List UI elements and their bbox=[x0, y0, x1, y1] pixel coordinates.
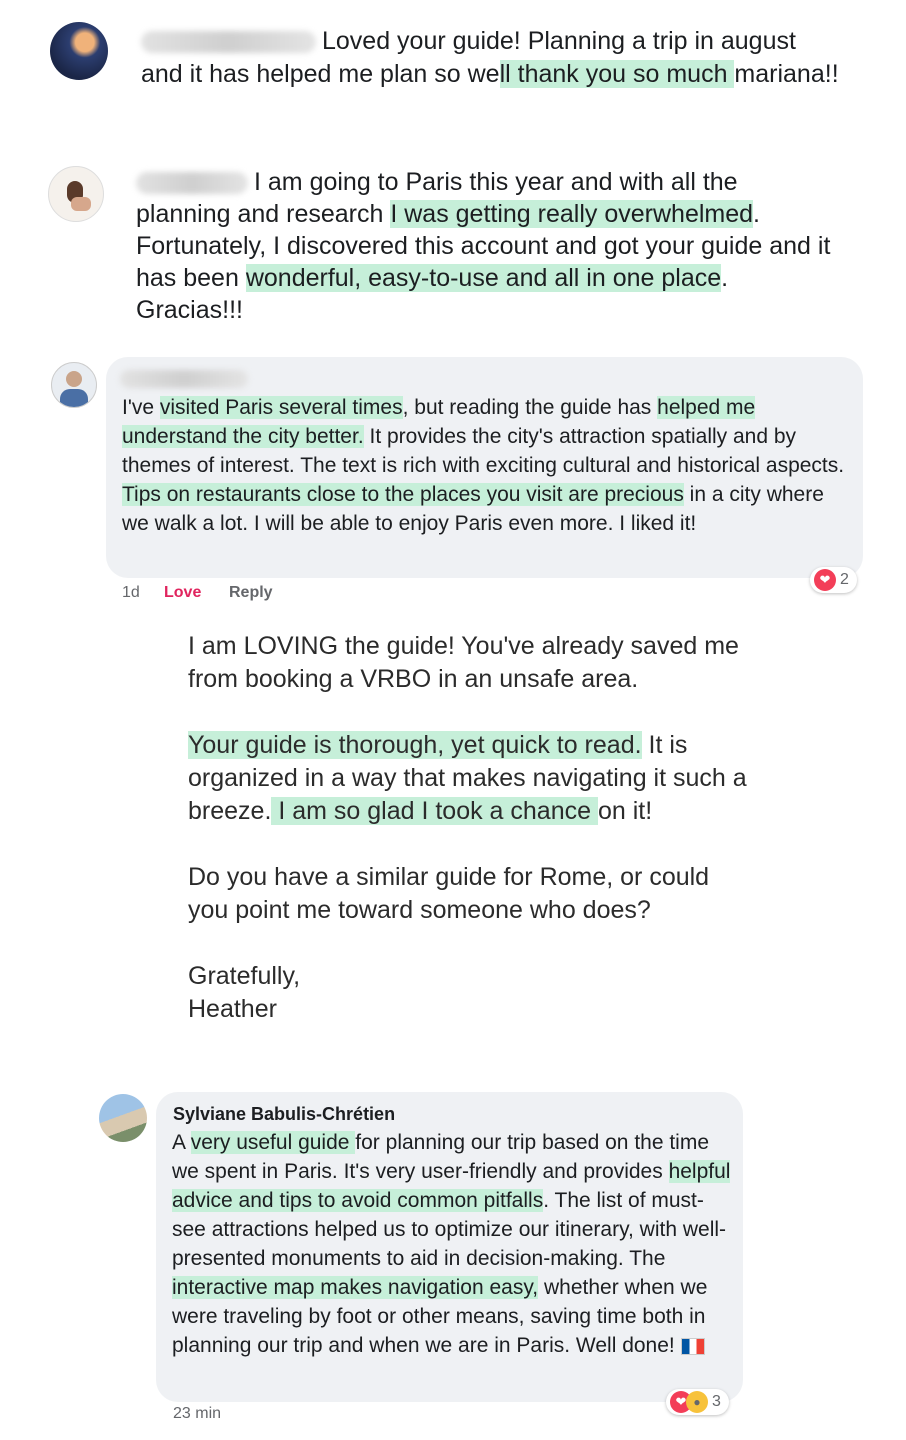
text-segment: A bbox=[172, 1131, 191, 1154]
highlighted-text: interactive map makes navigation easy, bbox=[172, 1276, 539, 1299]
text-segment: Do you have a similar guide for Rome, or… bbox=[188, 863, 710, 924]
highlighted-text: visited Paris several times bbox=[159, 396, 403, 419]
message-paragraph: Do you have a similar guide for Rome, or… bbox=[188, 861, 748, 927]
commenter-avatar[interactable] bbox=[48, 166, 104, 222]
highlighted-text: Tips on restaurants close to the places … bbox=[122, 483, 684, 506]
comment-body: I've visited Paris several times, but re… bbox=[122, 393, 852, 538]
wow-icon: ● bbox=[686, 1391, 708, 1413]
text-segment: I've bbox=[122, 396, 160, 419]
highlighted-text: Your guide is thorough, yet quick to rea… bbox=[188, 731, 642, 759]
reply-button[interactable]: Reply bbox=[229, 584, 273, 602]
message-signoff: Gratefully, bbox=[188, 962, 301, 990]
text-segment: , but reading the guide has bbox=[402, 396, 658, 419]
blurred-username[interactable] bbox=[120, 370, 248, 388]
highlighted-text: ll thank you so much bbox=[499, 60, 735, 88]
love-button[interactable]: Love bbox=[164, 584, 201, 602]
message-paragraph: Your guide is thorough, yet quick to rea… bbox=[188, 729, 748, 828]
text-segment: on it! bbox=[597, 797, 653, 825]
commenter-avatar[interactable] bbox=[50, 22, 108, 80]
blurred-username bbox=[136, 172, 248, 195]
message-signature: Heather bbox=[188, 995, 277, 1023]
comment-timestamp[interactable]: 1d bbox=[122, 584, 140, 602]
comment-body: A very useful guide for planning our tri… bbox=[172, 1128, 732, 1360]
commenter-avatar[interactable] bbox=[99, 1094, 147, 1142]
heart-icon: ❤ bbox=[814, 569, 836, 591]
message-paragraph: I am LOVING the guide! You've already sa… bbox=[188, 630, 748, 696]
blurred-username bbox=[141, 31, 316, 54]
testimonial-message: I am LOVING the guide! You've already sa… bbox=[188, 630, 748, 1026]
reactions-summary[interactable]: ❤ ● 3 bbox=[666, 1389, 729, 1415]
comment-text: Loved your guide! Planning a trip in aug… bbox=[141, 25, 841, 91]
reaction-count: 2 bbox=[840, 571, 849, 588]
reaction-count: 3 bbox=[712, 1393, 721, 1410]
highlighted-text: very useful guide bbox=[190, 1131, 356, 1154]
highlighted-text: I am so glad I took a chance bbox=[271, 797, 598, 825]
comment-text: I am going to Paris this year and with a… bbox=[136, 166, 836, 326]
reactions-summary[interactable]: ❤ 2 bbox=[810, 567, 857, 593]
comment-timestamp[interactable]: 23 min bbox=[173, 1405, 221, 1423]
commenter-name[interactable]: Sylviane Babulis-Chrétien bbox=[173, 1104, 395, 1125]
highlighted-text: I was getting really overwhelmed bbox=[390, 200, 754, 228]
france-flag-icon bbox=[680, 1337, 705, 1355]
text-segment: I am LOVING the guide! You've already sa… bbox=[188, 632, 739, 693]
highlighted-text: wonderful, easy-to-use and all in one pl… bbox=[245, 264, 722, 292]
commenter-avatar[interactable] bbox=[51, 362, 97, 408]
text-segment: mariana!! bbox=[734, 60, 839, 88]
